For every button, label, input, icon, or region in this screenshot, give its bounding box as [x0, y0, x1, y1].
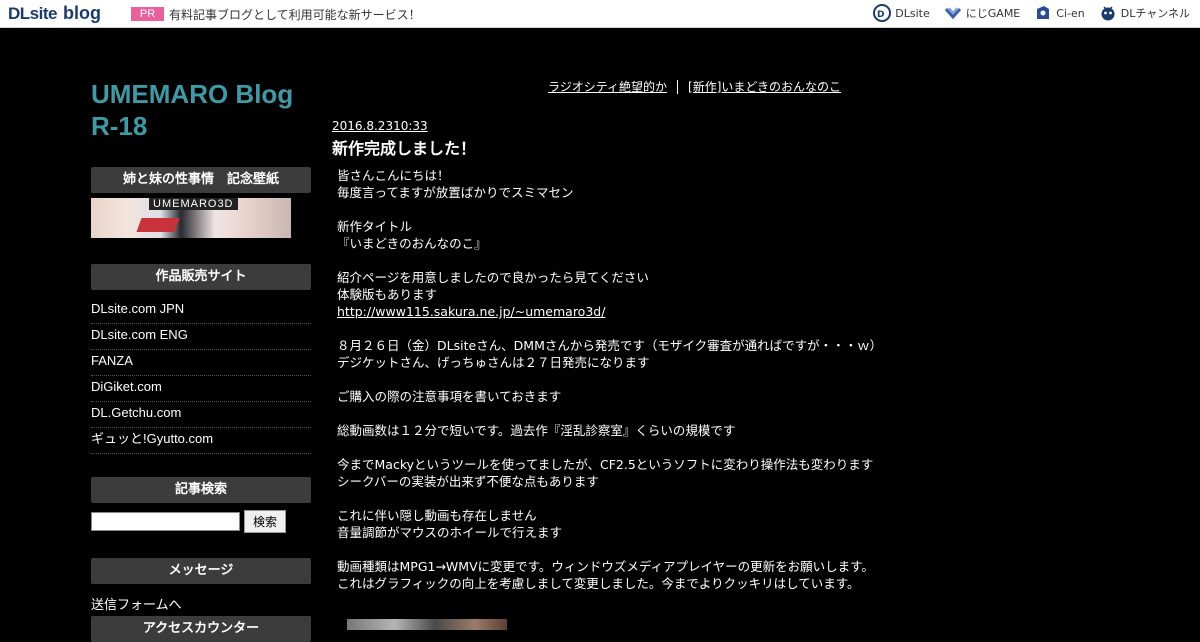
message-form-link[interactable]: 送信フォームへ [91, 594, 311, 613]
shop-link[interactable]: DiGiket.com [91, 376, 311, 402]
blog-title[interactable]: UMEMARO Blog R-18 [91, 78, 311, 142]
svg-text:D: D [877, 10, 884, 20]
pr-link[interactable]: 有料記事ブログとして利用可能な新サービス！ [169, 6, 421, 23]
pr-badge: PR [131, 7, 164, 21]
ci-en-icon [1037, 6, 1050, 19]
product-page-link[interactable]: http://www115.sakura.ne.jp/~umemaro3d/ [337, 304, 605, 319]
top-link-label: にじGAME [965, 7, 1021, 20]
banner-decoration [136, 218, 180, 232]
top-link-label: DLsite [895, 6, 930, 20]
search-row: 検索 [91, 510, 311, 533]
prev-post-link[interactable]: ラジオシティ絶望的か [548, 78, 667, 95]
post-spacer [337, 201, 917, 218]
post-line: 毎度言ってますが放置ばかりでスミマセン [337, 185, 574, 200]
post-line: 今までMackyというツールを使ってましたが、CF2.5というソフトに変わり操作… [337, 457, 874, 472]
sidebar-shops-section: 作品販売サイト DLsite.com JPN DLsite.com ENG FA… [91, 264, 311, 454]
post-title: 新作完成しました！ [332, 139, 477, 158]
post-navigation: ラジオシティ絶望的か [新作]いまどきのおんなのこ [548, 78, 841, 95]
next-post-link[interactable]: [新作]いまどきのおんなのこ [688, 78, 841, 95]
top-link-ci-en[interactable]: Ci-en [1034, 4, 1085, 22]
post-line: ８月２６日（金）DLsiteさん、DMMさんから発売です（モザイク審査が通ればで… [337, 338, 883, 353]
shop-link[interactable]: DL.Getchu.com [91, 402, 311, 428]
sidebar-wallpaper-section: 姉と妹の性事情 記念壁紙 UMEMARO3D [91, 167, 311, 238]
blog-title-line1: UMEMARO Blog [91, 79, 294, 109]
post-line: 総動画数は１２分で短いです。過去作『淫乱診察室』くらいの規模です [337, 423, 736, 438]
top-link-label: DLチャンネル [1120, 7, 1190, 20]
top-links: D DLsite にじGAME Ci-en DLチャンネル [873, 4, 1190, 22]
sidebar-search-section: 記事検索 検索 [91, 477, 311, 533]
shops-heading: 作品販売サイト [91, 264, 311, 290]
post-line: 新作タイトル [337, 219, 413, 234]
logo-dlsite-text: DLsite [8, 4, 57, 23]
post-line: 動画種類はMPG1→WMVに変更です。ウィンドウズメディアプレイヤーの更新をお願… [337, 559, 874, 574]
post-url-line: http://www115.sakura.ne.jp/~umemaro3d/ [337, 303, 917, 320]
wallpaper-heading: 姉と妹の性事情 記念壁紙 [91, 167, 311, 193]
post-spacer [337, 320, 917, 337]
counter-heading: アクセスカウンター [91, 616, 311, 642]
post-line: デジケットさん、げっちゅさんは２７日発売になります [337, 355, 650, 370]
dlsite-icon: D [873, 4, 892, 22]
post-line: これはグラフィックの向上を考慮しまして変更しました。今までよりクッキリはしていま… [337, 576, 860, 591]
top-link-dlsite[interactable]: D DLsite [873, 4, 930, 22]
post-date[interactable]: 2016.8.2310:33 [332, 119, 428, 133]
shop-link[interactable]: FANZA [91, 350, 311, 376]
post-line: ご購入の際の注意事項を書いておきます [337, 389, 562, 404]
logo-blog-text: blog [62, 3, 101, 23]
post-line: 皆さんこんにちは！ [337, 168, 450, 183]
post-body: 皆さんこんにちは！ 毎度言ってますが放置ばかりでスミマセン 新作タイトル 『いま… [337, 167, 917, 592]
nijigame-icon [944, 7, 961, 20]
post-line: 音量調節がマウスのホイールで行えます [337, 525, 563, 540]
post-spacer [337, 405, 917, 422]
sidebar-message-section: メッセージ 送信フォームへ [91, 558, 311, 613]
blog-title-line2: R-18 [91, 111, 148, 141]
shop-link[interactable]: DLsite.com JPN [91, 298, 311, 324]
nav-divider [677, 79, 679, 94]
dlchannel-icon [1101, 6, 1115, 21]
post-spacer [337, 439, 917, 456]
post-line: 体験版もあります [337, 287, 438, 302]
top-bar: DLsite blog PR 有料記事ブログとして利用可能な新サービス！ D D… [0, 0, 1200, 28]
post-line: 紹介ページを用意しましたので良かったら見てください [337, 270, 649, 285]
top-link-dlchannel[interactable]: DLチャンネル [1099, 4, 1190, 22]
shops-list: DLsite.com JPN DLsite.com ENG FANZA DiGi… [91, 298, 311, 454]
wallpaper-banner[interactable]: UMEMARO3D [91, 198, 291, 238]
post-spacer [337, 541, 917, 558]
post-spacer [337, 490, 917, 507]
post-spacer [337, 252, 917, 269]
sidebar-counter-section: アクセスカウンター [91, 616, 311, 642]
search-heading: 記事検索 [91, 477, 311, 503]
banner-text: UMEMARO3D [149, 198, 238, 210]
search-input[interactable] [91, 512, 240, 531]
post-spacer [337, 371, 917, 388]
post-image-thumbnail[interactable] [347, 619, 507, 630]
post-line: これに伴い隠し動画も存在しません [337, 508, 537, 523]
message-heading: メッセージ [91, 558, 311, 584]
post-line: シークバーの実装が出来ず不便な点もあります [337, 474, 599, 489]
post-line: 『いまどきのおんなのこ』 [337, 236, 487, 251]
shop-link[interactable]: DLsite.com ENG [91, 324, 311, 350]
shop-link[interactable]: ギュッと!Gyutto.com [91, 428, 311, 454]
top-link-nijigame[interactable]: にじGAME [944, 4, 1021, 22]
search-button[interactable]: 検索 [244, 510, 286, 533]
dlsite-blog-logo[interactable]: DLsite blog [8, 3, 101, 25]
top-link-label: Ci-en [1056, 6, 1085, 20]
